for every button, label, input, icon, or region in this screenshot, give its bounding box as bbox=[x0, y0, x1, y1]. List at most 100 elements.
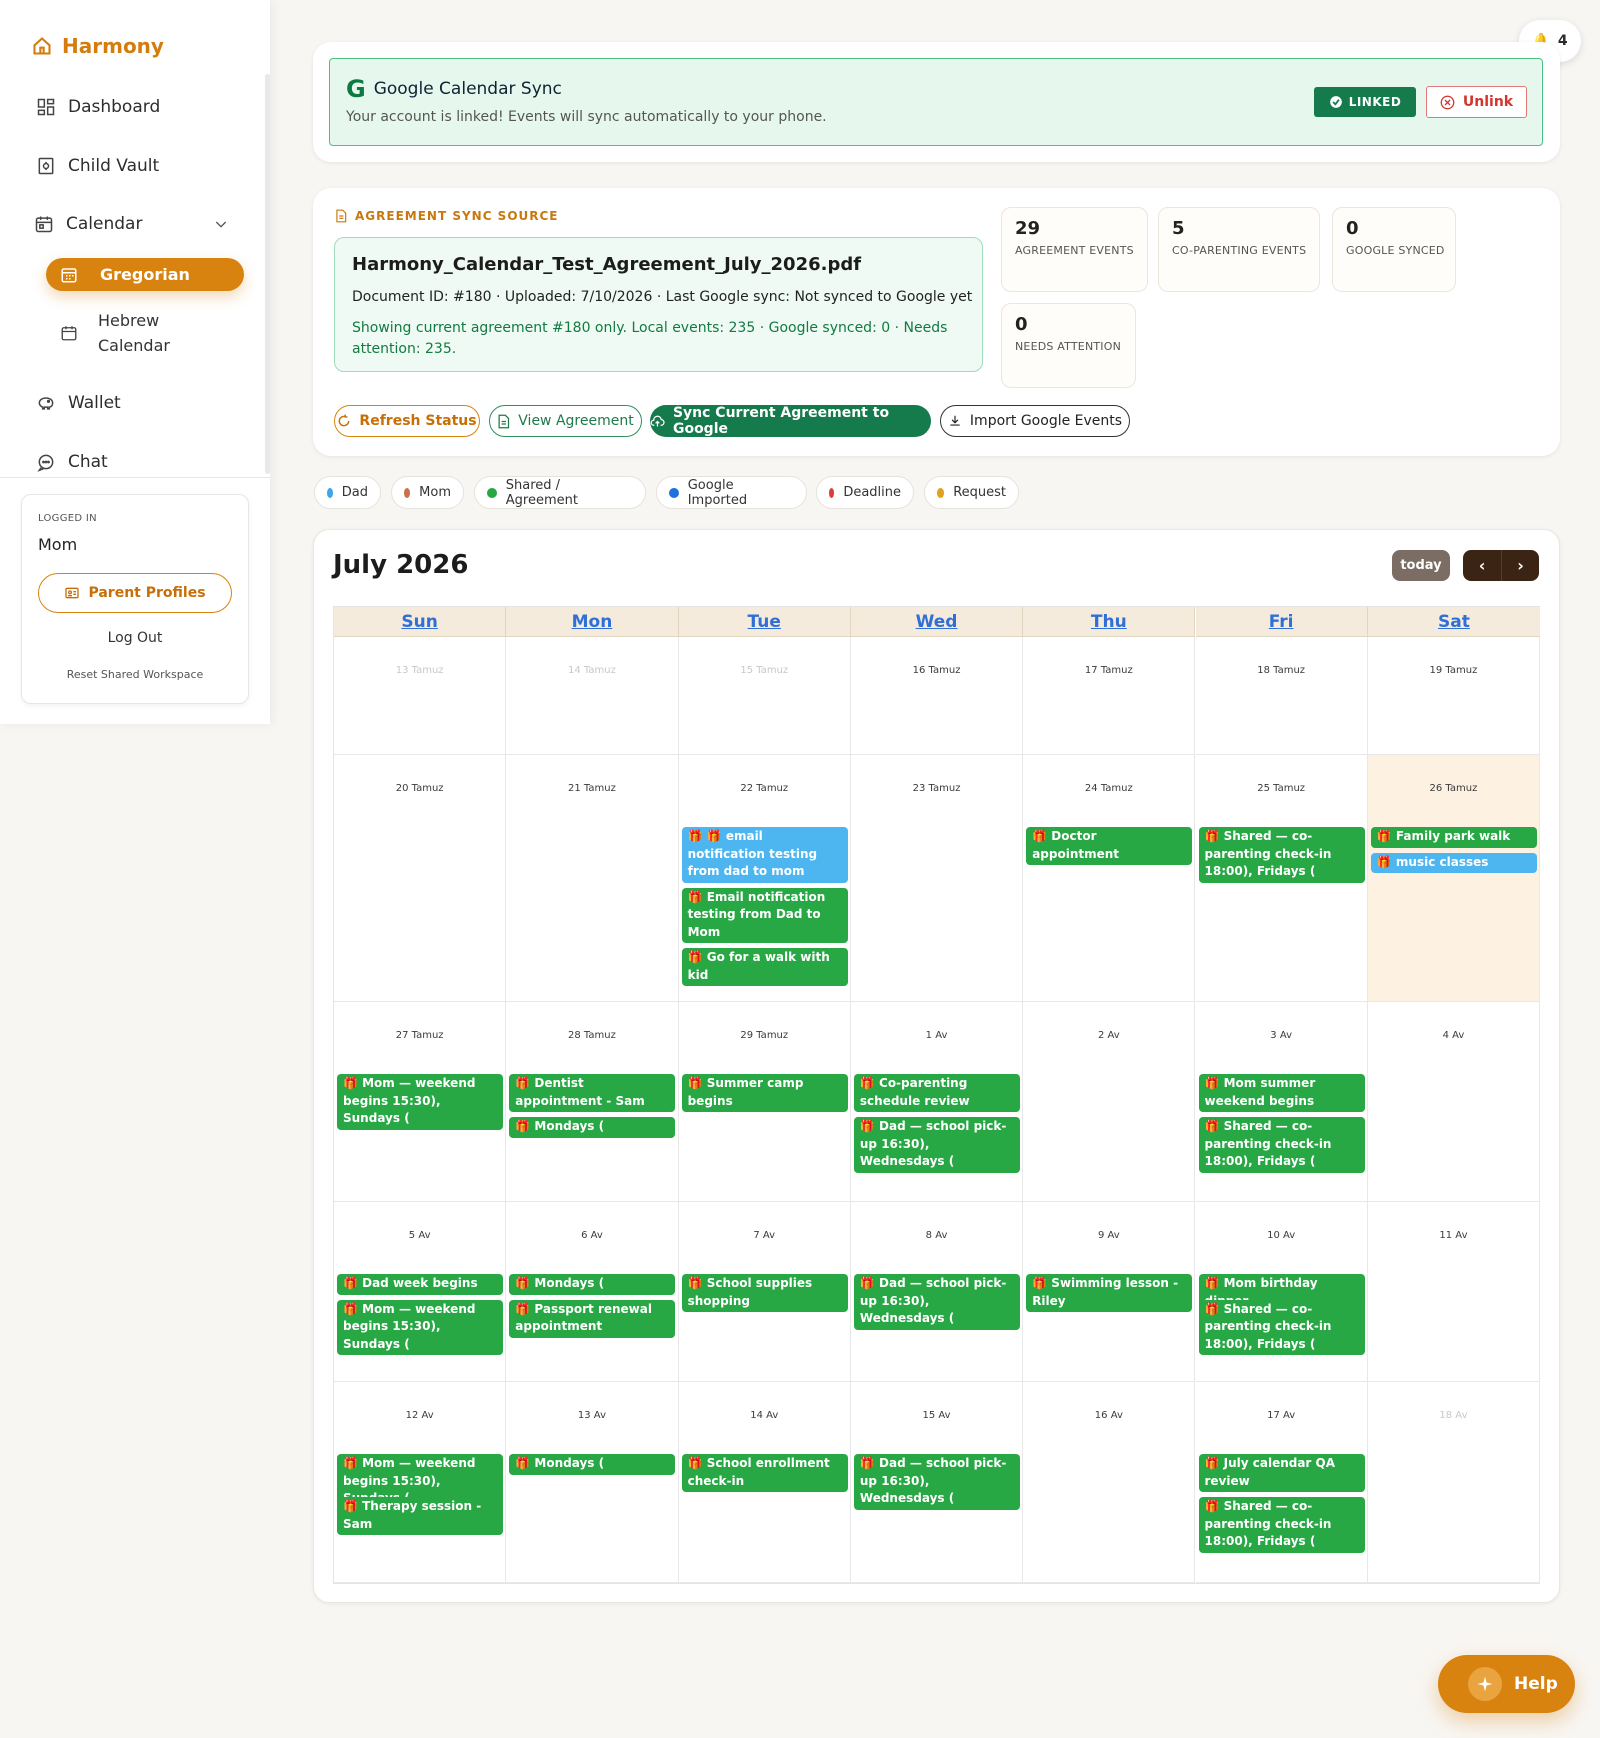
calendar-event[interactable]: 🎁 Go for a walk with kid bbox=[681, 948, 848, 986]
calendar-day-cell[interactable]: 13 Av 🎁 Mondays ( bbox=[506, 1382, 679, 1583]
calendar-event[interactable]: 🎁 Dad — school pick-up 16:30), Wednesday… bbox=[853, 1274, 1020, 1330]
calendar-day-cell[interactable]: 17 Av 🎁 July calendar QA review 🎁 Shared —… bbox=[1195, 1382, 1368, 1583]
calendar-event[interactable]: 🎁 School supplies shopping bbox=[681, 1274, 848, 1312]
help-button[interactable]: Help bbox=[1438, 1655, 1575, 1713]
weekday-header[interactable]: Wed bbox=[850, 607, 1024, 637]
weekday-header[interactable]: Thu bbox=[1023, 607, 1196, 637]
calendar-event[interactable]: 🎁 Mom — weekend begins 15:30), Sundays ( bbox=[337, 1299, 503, 1355]
weekday-header[interactable]: Sun bbox=[334, 607, 507, 637]
calendar-event[interactable]: 🎁 Dentist appointment - Sam bbox=[509, 1074, 676, 1112]
calendar-day-cell[interactable]: 1 Av 🎁 Co-parenting schedule review 🎁 Dad … bbox=[850, 1002, 1024, 1202]
calendar-day-cell[interactable]: 25 Tamuz 🎁 Shared — co-parenting check-in… bbox=[1195, 755, 1368, 1002]
weekday-header[interactable]: Mon bbox=[506, 607, 679, 637]
calendar-day-cell[interactable]: 11 Av bbox=[1367, 1202, 1541, 1382]
unlink-button[interactable]: Unlink bbox=[1426, 86, 1527, 118]
sidebar-item-hebrew-calendar[interactable]: Hebrew Calendar bbox=[60, 308, 170, 358]
calendar-day-cell[interactable]: 15 Tamuz bbox=[678, 637, 851, 755]
calendar-event[interactable]: 🎁 Dad — school pick-up 16:30), Wednesday… bbox=[853, 1454, 1020, 1510]
calendar-event[interactable]: 🎁 Family park walk bbox=[1370, 827, 1537, 848]
calendar-day-cell[interactable]: 28 Tamuz 🎁 Dentist appointment - Sam 🎁 Mon… bbox=[506, 1002, 679, 1202]
calendar-day-cell[interactable]: 22 Tamuz 🎁 🎁 email notification testing f… bbox=[678, 755, 851, 1002]
today-button[interactable]: today bbox=[1392, 550, 1450, 581]
sidebar-item-wallet[interactable]: Wallet bbox=[36, 393, 121, 413]
calendar-event[interactable]: 🎁 Co-parenting schedule review bbox=[853, 1074, 1020, 1112]
calendar-event[interactable]: 🎁 Mondays ( bbox=[509, 1117, 676, 1138]
sync-to-google-button[interactable]: Sync Current Agreement to Google bbox=[650, 405, 931, 437]
sidebar-item-child-vault[interactable]: Child Vault bbox=[36, 156, 159, 176]
next-month-button[interactable]: › bbox=[1501, 550, 1539, 581]
brand-logo[interactable]: Harmony bbox=[32, 34, 164, 58]
calendar-day-cell[interactable]: 2 Av bbox=[1023, 1002, 1196, 1202]
calendar-day-cell[interactable]: 13 Tamuz bbox=[334, 637, 507, 755]
calendar-event[interactable]: 🎁 Shared — co-parenting check-in 18:00),… bbox=[1198, 1117, 1365, 1173]
import-google-events-button[interactable]: Import Google Events bbox=[940, 405, 1130, 437]
legend-chip-shared[interactable]: Shared / Agreement bbox=[474, 476, 646, 509]
view-agreement-button[interactable]: View Agreement bbox=[489, 405, 642, 437]
calendar-day-cell[interactable]: 18 Av bbox=[1367, 1382, 1541, 1583]
calendar-day-cell[interactable]: 14 Tamuz bbox=[506, 637, 679, 755]
calendar-day-cell[interactable]: 7 Av 🎁 School supplies shopping bbox=[678, 1202, 851, 1382]
calendar-event[interactable]: 🎁 School enrollment check-in bbox=[681, 1454, 848, 1492]
legend-chip-mom[interactable]: Mom bbox=[391, 476, 464, 509]
calendar-event[interactable]: 🎁 Mom summer weekend begins bbox=[1198, 1074, 1365, 1112]
calendar-event[interactable]: 🎁 music classes bbox=[1370, 852, 1537, 873]
calendar-day-cell[interactable]: 29 Tamuz 🎁 Summer camp begins bbox=[678, 1002, 851, 1202]
chevron-down-icon[interactable] bbox=[213, 216, 229, 232]
sidebar-item-chat[interactable]: Chat bbox=[36, 452, 108, 472]
calendar-day-cell[interactable]: 10 Av🎁 Mom birthday dinner🎁 Shared — co-… bbox=[1195, 1202, 1368, 1382]
calendar-day-cell[interactable]: 6 Av 🎁 Mondays (🎁 Passport renewal appoin… bbox=[506, 1202, 679, 1382]
calendar-day-cell[interactable]: 26 Tamuz 🎁 Family park walk 🎁 music classe… bbox=[1367, 755, 1541, 1002]
calendar-day-cell[interactable]: 16 Av bbox=[1023, 1382, 1196, 1583]
calendar-event[interactable]: 🎁 Passport renewal appointment bbox=[509, 1299, 676, 1338]
calendar-event[interactable]: 🎁 Swimming lesson - Riley bbox=[1026, 1274, 1193, 1312]
logout-link[interactable]: Log Out bbox=[22, 630, 248, 646]
calendar-day-cell[interactable]: 3 Av 🎁 Mom summer weekend begins 🎁 Shared … bbox=[1195, 1002, 1368, 1202]
calendar-day-cell[interactable]: 15 Av 🎁 Dad — school pick-up 16:30), Wedn… bbox=[850, 1382, 1024, 1583]
sidebar-item-gregorian[interactable]: Gregorian bbox=[46, 258, 244, 291]
prev-month-button[interactable]: ‹ bbox=[1463, 550, 1501, 581]
calendar-event[interactable]: 🎁 Email notification testing from Dad to… bbox=[681, 887, 848, 943]
calendar-event[interactable]: 🎁 🎁 email notification testing from dad … bbox=[681, 827, 848, 883]
reset-workspace-link[interactable]: Reset Shared Workspace bbox=[22, 668, 248, 681]
sidebar-item-calendar[interactable]: Calendar bbox=[34, 214, 142, 234]
calendar-day-cell[interactable]: 17 Tamuz bbox=[1023, 637, 1196, 755]
legend-chip-google-imported[interactable]: Google Imported bbox=[656, 476, 807, 509]
calendar-day-cell[interactable]: 18 Tamuz bbox=[1195, 637, 1368, 755]
legend-chip-deadline[interactable]: Deadline bbox=[816, 476, 914, 509]
calendar-day-cell[interactable]: 8 Av 🎁 Dad — school pick-up 16:30), Wedne… bbox=[850, 1202, 1024, 1382]
calendar-event[interactable]: 🎁 Shared — co-parenting check-in 18:00),… bbox=[1198, 827, 1365, 883]
calendar-day-cell[interactable]: 14 Av 🎁 School enrollment check-in bbox=[678, 1382, 851, 1583]
calendar-day-cell[interactable]: 12 Av🎁 Mom — weekend begins 15:30), Sund… bbox=[334, 1382, 507, 1583]
calendar-day-cell[interactable]: 27 Tamuz 🎁 Mom — weekend begins 15:30), S… bbox=[334, 1002, 507, 1202]
sidebar-scrollbar[interactable] bbox=[265, 74, 270, 474]
calendar-event[interactable]: 🎁 Dad week begins bbox=[337, 1274, 503, 1295]
calendar-day-cell[interactable]: 23 Tamuz bbox=[850, 755, 1024, 1002]
calendar-event[interactable]: 🎁 Mondays ( bbox=[509, 1454, 676, 1475]
calendar-day-cell[interactable]: 21 Tamuz bbox=[506, 755, 679, 1002]
calendar-event[interactable]: 🎁 Therapy session - Sam bbox=[337, 1497, 503, 1535]
calendar-day-cell[interactable]: 20 Tamuz bbox=[334, 755, 507, 1002]
calendar-event[interactable]: 🎁 Mom — weekend begins 15:30), Sundays ( bbox=[337, 1074, 503, 1130]
refresh-status-button[interactable]: Refresh Status bbox=[334, 405, 480, 437]
calendar-day-cell[interactable]: 5 Av 🎁 Dad week begins 🎁 Mom — weekend beg… bbox=[334, 1202, 507, 1382]
calendar-event[interactable]: 🎁 Dad — school pick-up 16:30), Wednesday… bbox=[853, 1117, 1020, 1173]
parent-profiles-button[interactable]: Parent Profiles bbox=[38, 573, 232, 613]
weekday-header[interactable]: Tue bbox=[678, 607, 851, 637]
sync-to-google-label: Sync Current Agreement to Google bbox=[672, 405, 890, 437]
calendar-event[interactable]: 🎁 Doctor appointment bbox=[1026, 827, 1193, 865]
calendar-event[interactable]: 🎁 Mondays ( bbox=[509, 1274, 676, 1295]
calendar-event[interactable]: 🎁 Shared — co-parenting check-in 18:00),… bbox=[1198, 1497, 1365, 1553]
calendar-event[interactable]: 🎁 Summer camp begins bbox=[681, 1074, 848, 1112]
sidebar-item-dashboard[interactable]: Dashboard bbox=[36, 97, 160, 117]
weekday-header[interactable]: Fri bbox=[1195, 607, 1368, 637]
calendar-event[interactable]: 🎁 July calendar QA review bbox=[1198, 1454, 1365, 1492]
legend-chip-dad[interactable]: Dad bbox=[314, 476, 381, 509]
weekday-header[interactable]: Sat bbox=[1367, 607, 1541, 637]
calendar-day-cell[interactable]: 19 Tamuz bbox=[1367, 637, 1541, 755]
calendar-event[interactable]: 🎁 Shared — co-parenting check-in 18:00),… bbox=[1198, 1299, 1365, 1355]
calendar-day-cell[interactable]: 4 Av bbox=[1367, 1002, 1541, 1202]
calendar-day-cell[interactable]: 9 Av 🎁 Swimming lesson - Riley bbox=[1023, 1202, 1196, 1382]
calendar-day-cell[interactable]: 16 Tamuz bbox=[850, 637, 1024, 755]
calendar-day-cell[interactable]: 24 Tamuz 🎁 Doctor appointment bbox=[1023, 755, 1196, 1002]
legend-chip-request[interactable]: Request bbox=[924, 476, 1019, 509]
